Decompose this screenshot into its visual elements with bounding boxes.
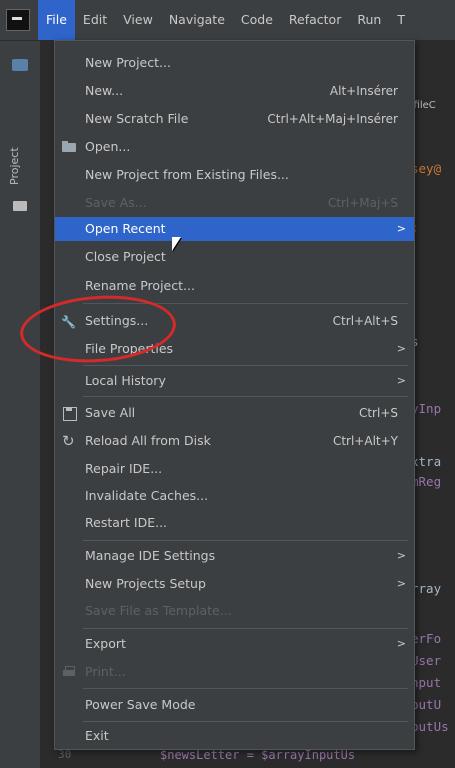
menu-item-label: Open...: [85, 139, 131, 154]
menu-item-label: New...: [85, 83, 124, 98]
menu-run[interactable]: Run: [349, 0, 389, 40]
menu-item-label: New Project from Existing Files...: [85, 167, 289, 182]
app-logo-icon: [6, 9, 30, 31]
menu-item-label: Local History: [85, 373, 166, 388]
menu-item-label: Reload All from Disk: [85, 433, 211, 448]
menu-item-label: Power Save Mode: [85, 697, 196, 712]
menu-item-label: Manage IDE Settings: [85, 548, 216, 563]
menu-file[interactable]: File: [38, 0, 75, 40]
menu-item-label: Save As...: [85, 195, 147, 210]
menu-item-print[interactable]: Print...: [55, 660, 414, 684]
mouse-cursor-icon: [172, 237, 181, 251]
menu-item-power-save-mode[interactable]: Power Save Mode: [55, 693, 414, 717]
submenu-arrow-icon: >: [396, 637, 406, 650]
menu-item-manage-ide-settings[interactable]: Manage IDE Settings >: [55, 544, 414, 568]
menu-item-save-file-as-template[interactable]: Save File as Template...: [55, 599, 414, 623]
menu-item-restart-ide[interactable]: Restart IDE...: [55, 511, 414, 535]
menu-separator: [83, 540, 408, 541]
tool-strip: Project: [0, 41, 41, 768]
menu-edit[interactable]: Edit: [75, 0, 115, 40]
menu-item-new-projects-setup[interactable]: New Projects Setup >: [55, 572, 414, 596]
menu-tools[interactable]: T: [389, 0, 413, 40]
code-line: User: [411, 653, 442, 668]
menu-item-save-as[interactable]: Save As... Ctrl+Maj+S: [55, 191, 414, 215]
menu-item-reload-all[interactable]: Reload All from Disk Ctrl+Alt+Y: [55, 429, 414, 453]
menu-item-exit[interactable]: Exit: [55, 724, 414, 748]
code-line: xtra: [411, 454, 442, 469]
submenu-arrow-icon: >: [396, 342, 406, 355]
menu-item-label: Save All: [85, 405, 136, 420]
menu-item-new-project-existing[interactable]: New Project from Existing Files...: [55, 163, 414, 187]
print-icon: [61, 665, 77, 679]
shortcut-label: Ctrl+S: [358, 406, 398, 420]
menu-separator: [83, 396, 408, 397]
code-line: yInp: [411, 401, 442, 416]
menu-item-rename-project[interactable]: Rename Project...: [55, 274, 414, 298]
menu-item-label: Export: [85, 636, 126, 651]
folder-icon: [61, 140, 77, 154]
project-folder-icon: [13, 201, 27, 211]
menu-separator: [83, 721, 408, 722]
menu-item-label: Save File as Template...: [85, 603, 232, 618]
code-line: mReg: [411, 474, 442, 489]
menu-item-label: Repair IDE...: [85, 461, 163, 476]
menu-item-label: New Project...: [85, 55, 171, 70]
menu-item-export[interactable]: Export >: [55, 632, 414, 656]
menu-separator: [83, 365, 408, 366]
code-line: erFo: [411, 631, 442, 646]
menu-item-open[interactable]: Open...: [55, 135, 414, 159]
menu-item-label: Restart IDE...: [85, 515, 168, 530]
shortcut-label: Alt+Insérer: [329, 84, 398, 98]
reload-icon: [61, 429, 77, 453]
shortcut-label: Ctrl+Alt+Y: [332, 434, 398, 448]
file-menu-dropdown: New Project... New... Alt+Insérer New Sc…: [54, 40, 415, 750]
menu-item-label: Exit: [85, 728, 109, 743]
project-structure-icon[interactable]: [12, 59, 28, 71]
menu-item-label: New Projects Setup: [85, 576, 206, 591]
menu-item-close-project[interactable]: Close Project: [55, 245, 414, 269]
save-icon: [61, 406, 77, 421]
submenu-arrow-icon: >: [396, 222, 406, 235]
menu-item-label: Close Project: [85, 249, 166, 264]
submenu-arrow-icon: >: [396, 549, 406, 562]
project-tool-tab[interactable]: Project: [8, 136, 30, 196]
menu-item-label: New Scratch File: [85, 111, 189, 126]
menu-separator: [83, 628, 408, 629]
menu-code[interactable]: Code: [233, 0, 281, 40]
menu-item-repair-ide[interactable]: Repair IDE...: [55, 457, 414, 481]
submenu-arrow-icon: >: [396, 374, 406, 387]
menu-item-new-scratch-file[interactable]: New Scratch File Ctrl+Alt+Maj+Insérer: [55, 107, 414, 131]
shortcut-label: Ctrl+Alt+S: [332, 314, 398, 328]
menu-item-label: Rename Project...: [85, 278, 195, 293]
code-line: sey@: [411, 161, 442, 176]
menu-refactor[interactable]: Refactor: [281, 0, 349, 40]
menu-item-new[interactable]: New... Alt+Insérer: [55, 79, 414, 103]
code-line: rray: [411, 581, 442, 596]
menu-item-label: Open Recent: [85, 221, 166, 236]
menu-item-save-all[interactable]: Save All Ctrl+S: [55, 401, 414, 425]
menu-item-new-project[interactable]: New Project...: [55, 51, 414, 75]
menu-item-label: Print...: [85, 664, 126, 679]
menu-separator: [83, 688, 408, 689]
menu-item-invalidate-caches[interactable]: Invalidate Caches...: [55, 484, 414, 508]
shortcut-label: Ctrl+Maj+S: [327, 196, 398, 210]
menu-navigate[interactable]: Navigate: [161, 0, 233, 40]
code-line: putUs: [411, 719, 449, 734]
submenu-arrow-icon: >: [396, 577, 406, 590]
menu-view[interactable]: View: [115, 0, 161, 40]
menu-item-label: Invalidate Caches...: [85, 488, 209, 503]
code-line: nput: [411, 675, 442, 690]
code-line-bottom: $newsLetter = $arrayInputUs: [160, 748, 356, 762]
menu-item-local-history[interactable]: Local History >: [55, 369, 414, 393]
shortcut-label: Ctrl+Alt+Maj+Insérer: [267, 112, 398, 126]
code-line: putU: [411, 697, 442, 712]
menu-bar: File Edit View Navigate Code Refactor Ru…: [0, 0, 455, 41]
menu-item-open-recent[interactable]: Open Recent >: [55, 217, 414, 241]
